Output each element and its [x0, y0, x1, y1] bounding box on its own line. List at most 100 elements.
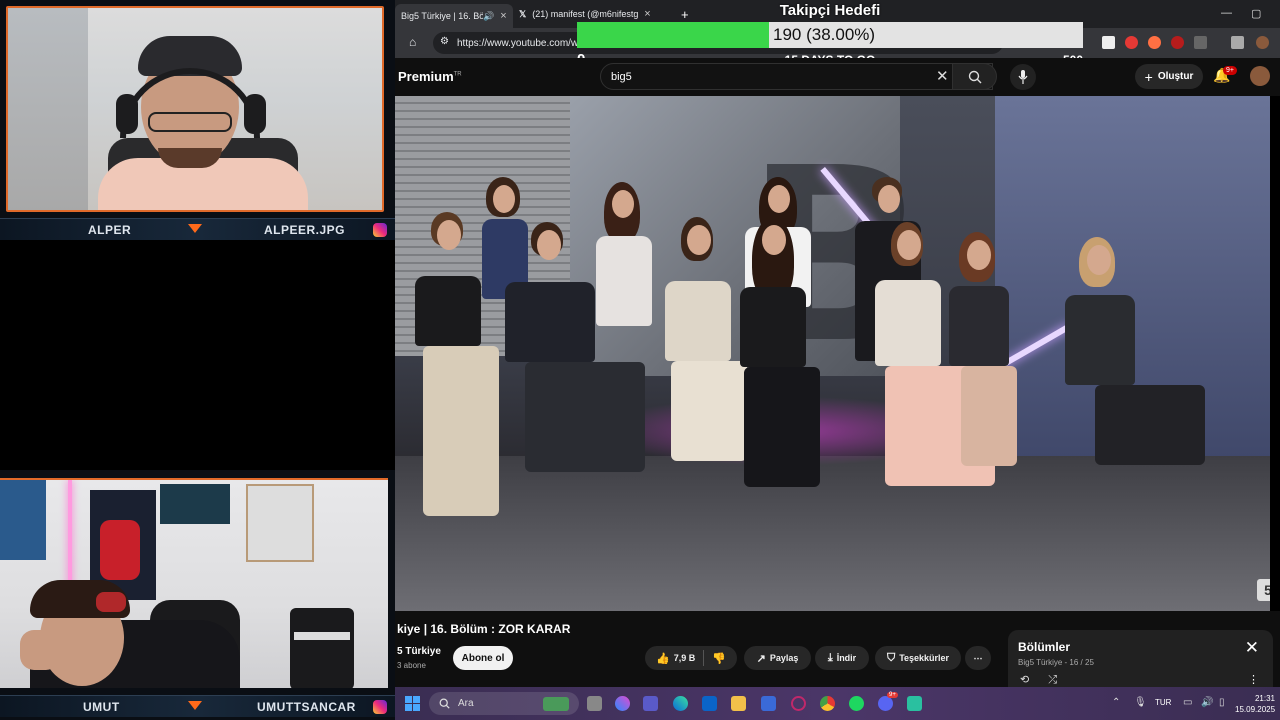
streamer-name-alper: ALPER: [88, 222, 132, 237]
episodes-controls: ⟲ ⤮: [1020, 673, 1057, 687]
goal-title: Takipçi Hedefi: [779, 2, 881, 19]
download-label: İndir: [836, 653, 857, 663]
url-text: https://www.youtube.com/wa: [457, 37, 584, 49]
teams-icon[interactable]: [643, 696, 658, 711]
share-icon: ↗: [756, 652, 766, 665]
streamer-handle-umut: UMUTTSANCAR: [257, 699, 356, 714]
tab-close-icon[interactable]: ×: [500, 10, 506, 22]
copilot-icon[interactable]: [615, 696, 630, 711]
subscribe-button[interactable]: Abone ol: [453, 646, 513, 670]
like-count: 7,9 B: [673, 653, 696, 663]
search-icon: [968, 70, 981, 83]
youtube-header: PremiumTR big5 ✕ + Oluştur 🔔 9+: [395, 58, 1280, 96]
speaker-icon[interactable]: 🔊: [483, 11, 494, 22]
microphone-icon[interactable]: 🎙: [1134, 697, 1147, 708]
search-input[interactable]: big5: [600, 63, 993, 90]
outlook-icon[interactable]: [702, 696, 717, 711]
discord-icon[interactable]: [878, 696, 893, 711]
webcam-top-feed: [6, 6, 384, 212]
streamer-name-umut: UMUT: [83, 699, 120, 714]
tab-label: Big5 Türkiye | 16. Bölüm: [401, 11, 483, 21]
thanks-icon: ⛉: [886, 651, 896, 664]
webcam-bottom-feed: [0, 478, 388, 688]
app-icon[interactable]: [791, 696, 806, 711]
search-button[interactable]: [952, 63, 997, 90]
shuffle-icon[interactable]: ⤮: [1048, 674, 1057, 686]
logo-text: Premium: [398, 69, 454, 84]
video-info-area: kiye | 16. Bölüm : ZOR KARAR 5 Türkiye 3…: [395, 611, 1280, 688]
maximize-button[interactable]: ▢: [1251, 7, 1261, 20]
avatar[interactable]: [1250, 66, 1270, 86]
empty-area: [0, 240, 395, 470]
x-logo-icon: 𝕏: [519, 8, 527, 19]
language-indicator[interactable]: TUR: [1155, 698, 1171, 707]
share-label: Paylaş: [769, 653, 799, 663]
edge-icon[interactable]: [673, 696, 688, 711]
ublock-icon[interactable]: [1171, 36, 1184, 49]
overlay-logo-icon: 5: [1257, 579, 1270, 601]
spotify-icon[interactable]: [849, 696, 864, 711]
like-button[interactable]: 👍 7,9 B: [656, 652, 695, 665]
playlist-icon[interactable]: [1231, 36, 1244, 49]
video-title: kiye | 16. Bölüm : ZOR KARAR: [397, 622, 571, 636]
clock[interactable]: 21:31 15.09.2025: [1235, 693, 1275, 715]
volume-icon[interactable]: 🔊: [1201, 697, 1213, 708]
clear-search-icon[interactable]: ✕: [936, 67, 949, 85]
windows-start-icon[interactable]: [405, 696, 420, 711]
search-highlight-icon: [543, 696, 569, 711]
network-icon[interactable]: ▭: [1183, 697, 1192, 708]
share-button[interactable]: ↗ Paylaş: [744, 646, 811, 670]
thanks-label: Teşekkürler: [899, 653, 950, 663]
search-value: big5: [611, 70, 632, 83]
chrome-icon[interactable]: [820, 696, 835, 711]
taskbar-search[interactable]: Ara: [429, 692, 579, 715]
channel-subscribers: 3 abone: [397, 661, 426, 670]
home-icon[interactable]: ⌂: [409, 35, 416, 49]
battery-icon[interactable]: ▯: [1219, 697, 1225, 708]
more-vertical-icon[interactable]: ⋮: [1248, 673, 1259, 686]
webcam-bottom-panel: UMUT UMUTTSANCAR: [0, 470, 395, 720]
chevron-up-icon[interactable]: ⌃: [1112, 697, 1120, 708]
streamer-handle-alper: ALPEER.JPG: [264, 222, 346, 237]
shield-icon[interactable]: [1102, 36, 1115, 49]
repeat-icon[interactable]: ⟲: [1020, 674, 1029, 686]
thumbs-up-icon: 👍: [656, 652, 670, 665]
extension-icon[interactable]: [1148, 36, 1161, 49]
site-info-icon[interactable]: ⚙: [440, 36, 449, 47]
instagram-icon: [373, 700, 387, 714]
windows-taskbar: Ara 9+ ⌃ 🎙 TUR ▭ 🔊 ▯ 21:31 15.09.2025: [395, 687, 1280, 720]
app-icon[interactable]: [907, 696, 922, 711]
task-view-icon[interactable]: [587, 696, 602, 711]
thanks-button[interactable]: ⛉ Teşekkürler: [875, 646, 961, 670]
file-explorer-icon[interactable]: [731, 696, 746, 711]
search-icon: [439, 698, 450, 709]
taskbar-search-placeholder: Ara: [458, 698, 474, 709]
video-scene-floor: [395, 456, 1270, 611]
more-actions-button[interactable]: ⋯: [965, 646, 991, 670]
channel-name[interactable]: 5 Türkiye: [397, 646, 441, 657]
voice-search-button[interactable]: [1010, 64, 1036, 90]
store-icon[interactable]: [761, 696, 776, 711]
like-dislike-group: 👍 7,9 B 👎: [645, 646, 737, 670]
tab-big5[interactable]: Big5 Türkiye | 16. Bölüm 🔊 ×: [395, 4, 513, 28]
plus-icon: +: [1144, 68, 1153, 85]
thumbs-down-icon[interactable]: 👎: [712, 652, 726, 665]
download-icon: ⤓: [827, 651, 833, 664]
puzzle-icon[interactable]: [1194, 36, 1207, 49]
minimize-button[interactable]: —: [1221, 7, 1232, 19]
goal-progress-bar: 190 (38.00%): [577, 22, 1083, 48]
video-player[interactable]: B 5: [395, 96, 1270, 611]
extension-icon[interactable]: [1125, 36, 1138, 49]
divider: [703, 650, 705, 666]
download-button[interactable]: ⤓ İndir: [815, 646, 869, 670]
notification-badge: 9+: [1223, 66, 1237, 75]
profile-avatar[interactable]: [1256, 36, 1269, 49]
episodes-title: Bölümler: [1018, 640, 1071, 654]
youtube-logo[interactable]: PremiumTR: [398, 69, 462, 84]
close-icon[interactable]: ✕: [1245, 638, 1259, 658]
episodes-subtitle: Big5 Türkiye - 16 / 25: [1018, 658, 1094, 667]
create-button[interactable]: + Oluştur: [1135, 64, 1203, 89]
clock-time: 21:31: [1254, 694, 1275, 703]
nameplate-bottom: UMUT UMUTTSANCAR: [0, 695, 395, 717]
create-label: Oluştur: [1157, 71, 1194, 82]
